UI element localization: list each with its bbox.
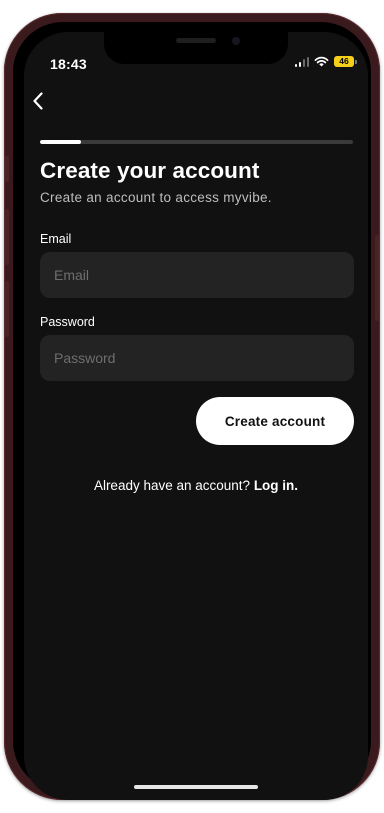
battery-level: 46	[339, 56, 349, 67]
status-icons: 46	[294, 56, 357, 67]
wifi-icon	[314, 56, 329, 67]
back-button[interactable]	[26, 88, 50, 114]
earpiece-speaker	[176, 38, 216, 43]
email-label: Email	[40, 232, 72, 246]
login-link[interactable]: Log in.	[254, 478, 298, 493]
password-field[interactable]	[40, 335, 354, 381]
page-subtitle: Create an account to access myvibe.	[40, 190, 272, 205]
onboarding-progress-bar	[40, 140, 353, 144]
progress-fill	[40, 140, 81, 144]
cellular-signal-icon	[294, 56, 309, 67]
front-camera	[232, 37, 240, 45]
status-time: 18:43	[50, 56, 87, 72]
battery-icon: 46	[334, 56, 357, 67]
chevron-left-icon	[33, 92, 43, 110]
password-label: Password	[40, 315, 95, 329]
silent-switch	[5, 156, 9, 182]
home-indicator[interactable]	[134, 785, 258, 789]
login-prompt: Already have an account? Log in.	[24, 478, 368, 493]
login-prompt-text: Already have an account?	[93, 478, 251, 493]
create-account-button[interactable]: Create account	[196, 397, 354, 445]
phone-frame: 18:43 46 Create your account Create an a…	[4, 13, 380, 800]
page-title: Create your account	[40, 158, 260, 183]
app-screen: 18:43 46 Create your account Create an a…	[24, 32, 368, 800]
volume-up-button	[5, 209, 9, 265]
volume-down-button	[5, 281, 9, 337]
email-field[interactable]	[40, 252, 354, 298]
power-button	[375, 235, 379, 321]
notch	[104, 32, 288, 64]
